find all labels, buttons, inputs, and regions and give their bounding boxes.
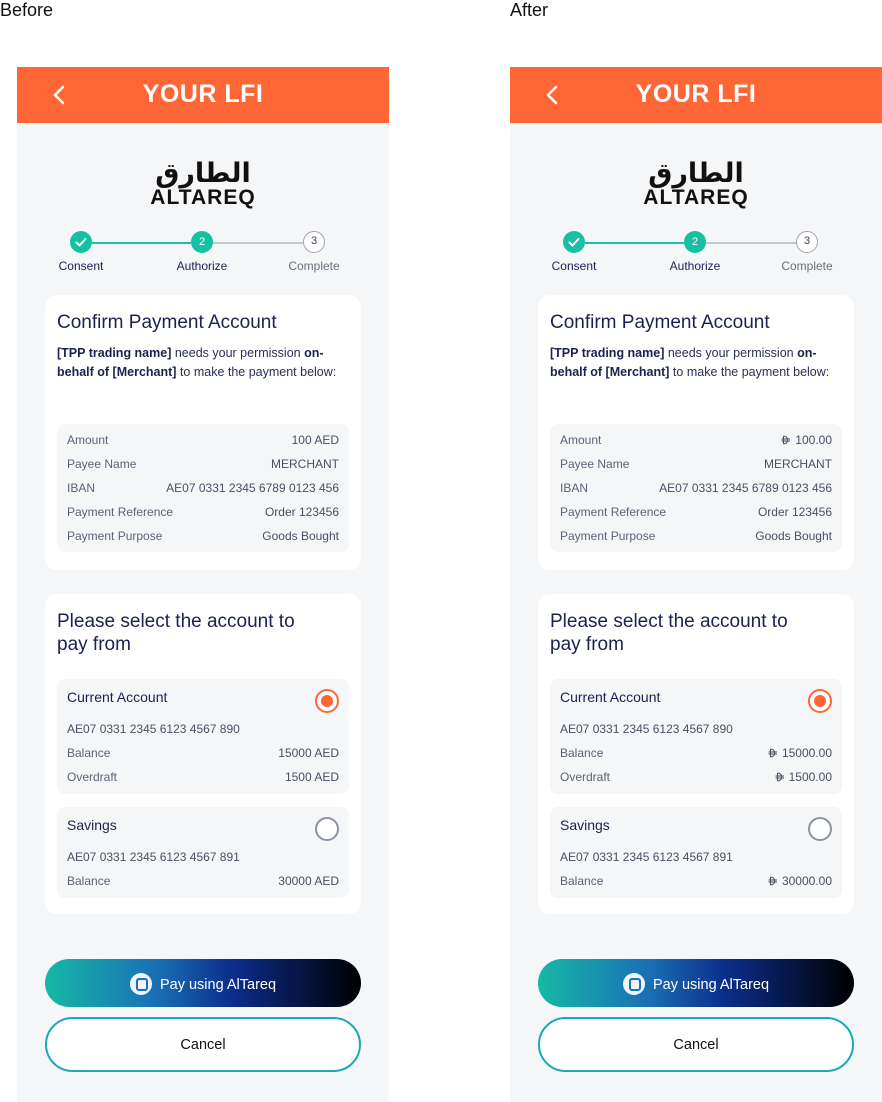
logo-arabic-text: الطارق [155, 158, 251, 188]
dirham-icon [781, 435, 791, 445]
reference-row: Payment Reference Order 123456 [560, 505, 832, 519]
payment-details: Amount 100.00 Payee Name MERCHANT IBAN AE07… [550, 424, 842, 552]
header-bar: YOUR LFI [510, 67, 882, 123]
account-iban: AE07 0331 2345 6123 4567 890 [67, 722, 240, 736]
dirham-icon [768, 748, 777, 758]
select-account-card: Please select the account to pay from Cur… [45, 594, 361, 914]
step-connector-done [585, 242, 684, 244]
altareq-logo: الطارق ALTAREQ [510, 159, 882, 209]
step-2-label: Authorize [669, 259, 721, 273]
header-title: YOUR LFI [635, 80, 757, 108]
cancel-button[interactable]: Cancel [45, 1017, 361, 1072]
after-caption: After [510, 0, 549, 20]
account-option-current[interactable]: Current Account AE07 0331 2345 6123 4567… [57, 679, 349, 794]
step-2-circle: 2 [191, 231, 213, 253]
altareq-logo: الطارق ALTAREQ [17, 159, 389, 209]
account-name: Savings [67, 817, 117, 833]
step-2-circle: 2 [684, 231, 706, 253]
step-2-label: Authorize [176, 259, 228, 273]
payee-row: Payee Name MERCHANT [560, 457, 832, 471]
step-1-check-icon [70, 231, 92, 253]
radio-selected[interactable] [808, 689, 832, 713]
dirham-icon [775, 772, 784, 782]
purpose-row: Payment Purpose Goods Bought [560, 529, 832, 543]
tpp-name: [TPP trading name] [57, 346, 172, 360]
amount-value: 100.00 [795, 433, 832, 447]
header-title: YOUR LFI [142, 80, 264, 108]
account-name: Current Account [560, 689, 661, 705]
iban-row: IBAN AE07 0331 2345 6789 0123 456 [67, 481, 339, 495]
account-option-savings[interactable]: Savings AE07 0331 2345 6123 4567 891 Bal… [57, 807, 349, 898]
account-iban: AE07 0331 2345 6123 4567 891 [560, 850, 733, 864]
radio-unselected[interactable] [315, 817, 339, 841]
pay-using-altareq-button[interactable]: Pay using AlTareq [45, 959, 361, 1007]
radio-selected[interactable] [315, 689, 339, 713]
confirm-payment-title: Confirm Payment Account [550, 312, 770, 333]
consent-text: [TPP trading name] needs your permission… [550, 346, 830, 379]
step-connector-todo [213, 242, 303, 244]
account-iban: AE07 0331 2345 6123 4567 890 [560, 722, 733, 736]
purpose-row: Payment Purpose Goods Bought [67, 529, 339, 543]
step-3-label: Complete [288, 259, 340, 273]
payee-row: Payee Name MERCHANT [67, 457, 339, 471]
confirm-payment-title: Confirm Payment Account [57, 312, 277, 333]
balance-row: Balance 15000 AED [67, 746, 339, 760]
balance-row: Balance 15000.00 [560, 746, 832, 760]
cancel-button[interactable]: Cancel [538, 1017, 854, 1072]
step-connector-todo [706, 242, 796, 244]
account-name: Current Account [67, 689, 168, 705]
select-account-title: Please select the account to pay from [57, 611, 295, 655]
amount-row: Amount 100 AED [67, 433, 339, 447]
step-1-label: Consent [551, 259, 597, 273]
progress-stepper: 2 3 Consent Authorize Complete [17, 231, 389, 281]
amount-row: Amount 100.00 [560, 433, 832, 447]
dirham-icon [768, 876, 777, 886]
select-account-title: Please select the account to pay from [550, 611, 788, 655]
logo-latin-text: ALTAREQ [643, 186, 749, 209]
altareq-icon [622, 973, 645, 995]
confirm-payment-card: Confirm Payment Account [TPP trading nam… [45, 295, 361, 570]
select-account-card: Please select the account to pay from Cur… [538, 594, 854, 914]
tpp-name: [TPP trading name] [550, 346, 665, 360]
step-connector-done [92, 242, 191, 244]
step-3-label: Complete [781, 259, 833, 273]
radio-unselected[interactable] [808, 817, 832, 841]
overdraft-row: Overdraft 1500 AED [67, 770, 339, 784]
amount-value: 100 AED [291, 433, 339, 447]
balance-row: Balance 30000.00 [560, 874, 832, 888]
logo-latin-text: ALTAREQ [150, 186, 256, 209]
progress-stepper: 2 3 Consent Authorize Complete [510, 231, 882, 281]
before-screen: YOUR LFI الطارق ALTAREQ 2 3 Consent Auth… [17, 67, 389, 1102]
after-screen: YOUR LFI الطارق ALTAREQ 2 3 Consent Auth… [510, 67, 882, 1102]
reference-row: Payment Reference Order 123456 [67, 505, 339, 519]
logo-arabic-text: الطارق [648, 158, 744, 188]
balance-row: Balance 30000 AED [67, 874, 339, 888]
iban-row: IBAN AE07 0331 2345 6789 0123 456 [560, 481, 832, 495]
payment-details: Amount 100 AED Payee Name MERCHANT IBAN AE0… [57, 424, 349, 552]
step-1-check-icon [563, 231, 585, 253]
step-1-label: Consent [58, 259, 104, 273]
step-3-circle: 3 [796, 231, 818, 253]
step-3-circle: 3 [303, 231, 325, 253]
confirm-payment-card: Confirm Payment Account [TPP trading nam… [538, 295, 854, 570]
header-bar: YOUR LFI [17, 67, 389, 123]
before-caption: Before [0, 0, 54, 20]
account-option-current[interactable]: Current Account AE07 0331 2345 6123 4567… [550, 679, 842, 794]
overdraft-row: Overdraft 1500.00 [560, 770, 832, 784]
account-name: Savings [560, 817, 610, 833]
altareq-icon [129, 973, 152, 995]
pay-using-altareq-button[interactable]: Pay using AlTareq [538, 959, 854, 1007]
account-iban: AE07 0331 2345 6123 4567 891 [67, 850, 240, 864]
account-option-savings[interactable]: Savings AE07 0331 2345 6123 4567 891 Bal… [550, 807, 842, 898]
consent-text: [TPP trading name] needs your permission… [57, 346, 337, 379]
